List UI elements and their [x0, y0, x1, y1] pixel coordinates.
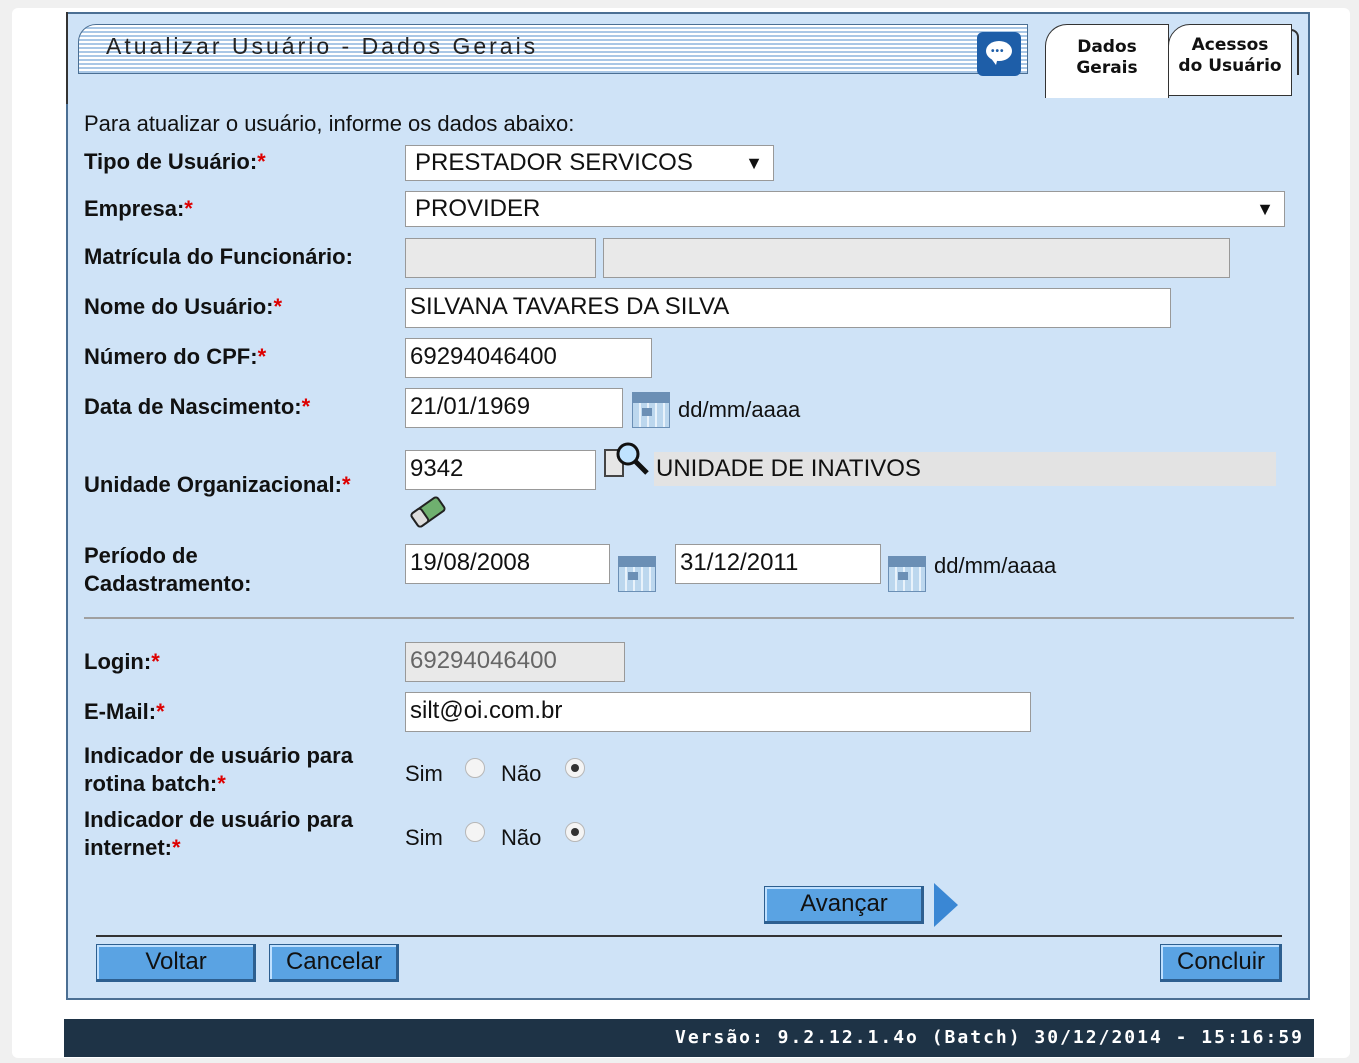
unidade-code-input[interactable]: 9342	[405, 450, 596, 490]
required-mark: *	[273, 294, 283, 319]
tab-dados-line1: Dados	[1077, 37, 1137, 57]
required-mark: *	[257, 149, 266, 174]
nome-label: Nome do Usuário:*	[84, 294, 282, 320]
dropdown-arrow-icon: ▼	[745, 153, 763, 173]
cpf-input[interactable]: 69294046400	[405, 338, 652, 378]
email-input[interactable]: silt@oi.com.br	[405, 692, 1031, 732]
calendar-icon[interactable]	[632, 392, 670, 428]
avancar-button[interactable]: Avançar	[764, 886, 924, 924]
periodo-fim-input[interactable]: 31/12/2011	[675, 544, 881, 584]
panel-bracket	[66, 12, 74, 104]
required-mark: *	[172, 835, 181, 860]
email-label-text: E-Mail:	[84, 699, 157, 724]
required-mark: *	[151, 649, 160, 674]
email-label: E-Mail:*	[84, 699, 165, 725]
batch-nao-label: Não	[501, 761, 542, 786]
date-format-hint: dd/mm/aaaa	[934, 553, 1057, 578]
periodo-label-line2: Cadastramento:	[84, 571, 252, 596]
matricula-label: Matrícula do Funcionário:	[84, 244, 353, 269]
internet-label-line2: internet:*	[84, 834, 353, 862]
required-mark: *	[217, 771, 226, 796]
tab-acessos-usuario[interactable]: Acessos do Usuário	[1168, 24, 1299, 96]
help-icon-dots: •••	[991, 46, 1005, 57]
login-field: 69294046400	[405, 642, 625, 682]
tipo-usuario-label: Tipo de Usuário:*	[84, 149, 266, 175]
nascimento-input[interactable]: 21/01/1969	[405, 388, 623, 428]
batch-nao-radio[interactable]	[565, 758, 585, 778]
nascimento-label: Data de Nascimento:*	[84, 394, 310, 420]
periodo-label: Período de Cadastramento:	[84, 542, 251, 598]
batch-label-line2-text: rotina batch:	[84, 771, 218, 796]
batch-label-line1: Indicador de usuário para	[84, 743, 353, 768]
nome-label-text: Nome do Usuário:	[84, 294, 274, 319]
matricula-desc-field	[603, 238, 1230, 278]
button-row-divider	[96, 935, 1282, 937]
unidade-label: Unidade Organizacional:*	[84, 472, 351, 498]
search-icon[interactable]	[604, 440, 650, 480]
cpf-label: Número do CPF:*	[84, 344, 266, 370]
required-mark: *	[184, 196, 193, 221]
version-footer: Versão: 9.2.12.1.4o (Batch) 30/12/2014 -…	[64, 1019, 1314, 1057]
login-label: Login:*	[84, 649, 160, 675]
batch-label-line2: rotina batch:*	[84, 770, 353, 798]
login-label-text: Login:	[84, 649, 152, 674]
tipo-usuario-label-text: Tipo de Usuário:	[84, 149, 258, 174]
empresa-label-text: Empresa:	[84, 196, 185, 221]
nascimento-label-text: Data de Nascimento:	[84, 394, 302, 419]
tipo-usuario-select[interactable]: PRESTADOR SERVICOS ▼	[405, 145, 774, 181]
calendar-icon[interactable]	[618, 556, 656, 592]
internet-label-line1: Indicador de usuário para	[84, 807, 353, 832]
internet-label-line2-text: internet:	[84, 835, 172, 860]
dropdown-arrow-icon: ▼	[1256, 199, 1274, 219]
form-intro: Para atualizar o usuário, informe os dad…	[84, 111, 575, 136]
internet-nao-radio[interactable]	[565, 822, 585, 842]
voltar-button[interactable]: Voltar	[96, 944, 256, 982]
batch-label: Indicador de usuário para rotina batch:*	[84, 742, 353, 798]
required-mark: *	[301, 394, 311, 419]
unidade-label-text: Unidade Organizacional:	[84, 472, 342, 497]
help-button[interactable]: •••	[977, 32, 1021, 76]
internet-sim-radio[interactable]	[465, 822, 485, 842]
tab-acessos-line1: Acessos	[1191, 35, 1269, 55]
date-format-hint: dd/mm/aaaa	[678, 397, 801, 422]
internet-label: Indicador de usuário para internet:*	[84, 806, 353, 862]
required-mark: *	[341, 472, 351, 497]
calendar-icon[interactable]	[888, 556, 926, 592]
empresa-label: Empresa:*	[84, 196, 193, 222]
unidade-desc: UNIDADE DE INATIVOS	[654, 452, 1276, 486]
required-mark: *	[257, 344, 267, 369]
cancelar-button[interactable]: Cancelar	[269, 944, 399, 982]
tipo-usuario-value: PRESTADOR SERVICOS	[415, 149, 693, 176]
tab-dados-gerais[interactable]: Dados Gerais	[1045, 24, 1169, 98]
empresa-value: PROVIDER	[415, 195, 541, 222]
tab-acessos-line2: do Usuário	[1178, 56, 1282, 76]
cpf-label-text: Número do CPF:	[84, 344, 258, 369]
section-divider	[84, 617, 1294, 619]
eraser-icon[interactable]	[406, 494, 450, 530]
internet-nao-label: Não	[501, 825, 542, 850]
periodo-inicio-input[interactable]: 19/08/2008	[405, 544, 610, 584]
batch-sim-label: Sim	[405, 761, 443, 786]
tab-dados-line2: Gerais	[1076, 58, 1138, 78]
arrow-right-icon[interactable]	[934, 883, 958, 927]
nome-input[interactable]: SILVANA TAVARES DA SILVA	[405, 288, 1171, 328]
concluir-button[interactable]: Concluir	[1160, 944, 1282, 982]
empresa-select[interactable]: PROVIDER ▼	[405, 191, 1285, 227]
internet-sim-label: Sim	[405, 825, 443, 850]
required-mark: *	[156, 699, 165, 724]
page-title: Atualizar Usuário - Dados Gerais	[106, 33, 539, 59]
periodo-label-line1: Período de	[84, 543, 198, 568]
batch-sim-radio[interactable]	[465, 758, 485, 778]
matricula-field	[405, 238, 596, 278]
